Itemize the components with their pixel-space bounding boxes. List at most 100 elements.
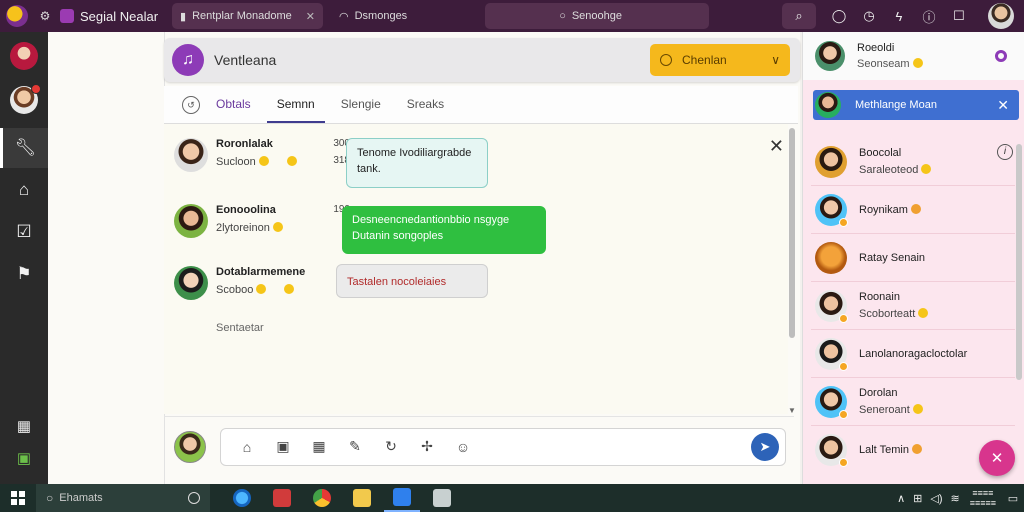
current-user-name: Roeoldi	[857, 42, 895, 54]
tab-sreaks[interactable]: Sreaks	[397, 97, 454, 123]
notification-label: Methlange Moan	[855, 99, 937, 111]
bolt-icon[interactable]: ϟ	[884, 3, 914, 29]
chrome-icon[interactable]	[304, 484, 340, 512]
feed-scrollbar[interactable]: ▼	[788, 128, 796, 418]
message-input[interactable]: ⌂ ▣ ▦ ✎ ↻ ✢ ☺ ➤	[220, 427, 786, 466]
avatar	[815, 434, 848, 467]
contact-meta: Dorolan Seneroant	[859, 387, 923, 416]
message-bubble[interactable]: Tenome Ivodiliargrabde tank.	[346, 138, 488, 188]
message-row[interactable]: Roronlalak Sucloon 300 318	[174, 138, 350, 172]
scrollbar-thumb[interactable]	[789, 128, 795, 338]
volume-icon[interactable]: ◁)	[930, 492, 942, 505]
zoom-icon[interactable]: ⌕	[782, 3, 816, 29]
contact-scrollbar[interactable]	[1016, 144, 1022, 380]
start-button[interactable]	[0, 484, 36, 512]
chevron-down-icon: ∨	[771, 53, 780, 67]
notification-center-icon[interactable]: ▭	[1002, 484, 1024, 512]
refresh-icon[interactable]: ↻	[373, 432, 409, 462]
current-user-meta: Roeoldi Seonseam	[857, 42, 923, 70]
image-icon[interactable]: ▣	[0, 442, 48, 474]
list-item[interactable]: Lanolanoragacloctolar	[811, 330, 1015, 378]
contact-name: Ratay Senain	[859, 251, 926, 264]
chevron-up-icon[interactable]: ∧	[897, 492, 905, 505]
clock[interactable]: ≡≡≡≡ ≡≡≡≡≡	[970, 488, 996, 508]
tab-semnn[interactable]: Semnn	[266, 97, 325, 123]
edge-icon[interactable]	[224, 484, 260, 512]
file-explorer-icon[interactable]	[344, 484, 380, 512]
avatar	[815, 289, 848, 323]
calendar-icon[interactable]: ▦	[0, 410, 48, 442]
list-item[interactable]: Dorolan Seneroant	[811, 378, 1015, 426]
compose-button[interactable]: ✕	[979, 440, 1015, 476]
presence-dot	[839, 409, 848, 419]
taskbar-search[interactable]: ○ Ehamats	[36, 484, 210, 512]
emoji-icon	[286, 156, 297, 166]
contact-meta: Lanolanoragacloctolar	[859, 348, 967, 360]
image-icon[interactable]: ▣	[265, 432, 301, 462]
contact-name: Lalt Temin	[859, 444, 922, 456]
wrench-icon[interactable]: 🔧︎	[0, 128, 48, 168]
info-icon[interactable]: i	[997, 144, 1013, 160]
message-row[interactable]: Dotablarmemene Scoboo 1	[174, 266, 350, 300]
calendar-icon[interactable]: ▦	[301, 432, 337, 462]
taskbar-search-placeholder: Ehamats	[59, 492, 103, 504]
bookmark-icon[interactable]: ⌂	[229, 432, 265, 462]
title-search[interactable]: ○ Senoohge	[485, 3, 710, 29]
window-tab-0[interactable]: ▮ Rentplar Monadome ✕	[172, 3, 323, 29]
sender-name: Eonooolina	[216, 204, 276, 216]
wifi-icon[interactable]: ≋	[951, 492, 960, 505]
home-icon[interactable]: ⌂	[0, 170, 48, 210]
main-area: ♫ Ventleana Chenlan ∨ ↺ Obtals Semnn Sle…	[48, 32, 800, 484]
contact-name: Roynikam	[859, 203, 921, 216]
flag-icon[interactable]: ⚑	[0, 254, 48, 294]
scroll-down-icon[interactable]: ▼	[788, 406, 796, 415]
maximize-icon[interactable]: ☐	[944, 3, 974, 29]
workspace-avatar[interactable]	[10, 42, 38, 70]
window-tab-1[interactable]: ◠ Dsmonges	[331, 3, 415, 29]
list-item[interactable]: Boocolal Saraleoteod i	[811, 138, 1015, 186]
thumb-icon[interactable]: ✎	[337, 432, 373, 462]
close-tab-icon[interactable]: ✕	[306, 10, 315, 23]
notification-banner[interactable]: Methlange Moan ✕	[813, 90, 1019, 120]
close-icon[interactable]: ✕	[769, 136, 784, 157]
check-square-icon[interactable]: ☑	[0, 212, 48, 252]
content-tabs: ↺ Obtals Semnn Slengie Sreaks	[164, 86, 798, 124]
message-row[interactable]: Eonooolina 2lytoreinon 190	[174, 204, 350, 238]
music-note-icon: ♫	[172, 44, 204, 76]
calculator-icon[interactable]	[424, 484, 460, 512]
cortana-icon[interactable]	[188, 492, 200, 504]
message-bubble[interactable]: Tastalen nocoleiaies	[336, 264, 488, 298]
record-icon[interactable]: ◯	[824, 3, 854, 29]
emoji-icon	[272, 222, 283, 232]
network-icon[interactable]: ⊞	[913, 492, 922, 505]
profile-avatar[interactable]	[10, 84, 41, 114]
info-icon[interactable]: ⓘ	[914, 3, 944, 29]
sender-name: Roronlalak	[216, 138, 273, 150]
avatar	[815, 41, 845, 71]
search-icon: ○	[559, 10, 566, 22]
list-item[interactable]: Roynikam	[811, 186, 1015, 234]
app-badge-icon	[60, 9, 74, 23]
pin-icon[interactable]: ✢	[409, 432, 445, 462]
tab-obtals[interactable]: Obtals	[206, 97, 261, 123]
contact-meta: Roynikam	[859, 203, 921, 216]
emoji-icon[interactable]: ☺	[445, 432, 481, 462]
message-bubble[interactable]: Desneencnedantionbbio nsgyge Dutanin son…	[342, 206, 546, 254]
tab-slengie[interactable]: Slengie	[331, 97, 391, 123]
user-avatar[interactable]	[988, 3, 1014, 29]
list-item[interactable]: Roonain Scoborteatt	[811, 282, 1015, 330]
history-icon[interactable]: ◷	[854, 3, 884, 29]
circle-icon	[660, 54, 672, 66]
close-icon[interactable]: ✕	[997, 97, 1009, 114]
current-user[interactable]: Roeoldi Seonseam	[803, 32, 1024, 80]
history-icon[interactable]: ↺	[182, 96, 200, 114]
left-rail: 🔧︎ ⌂ ☑ ⚑ ▦ ▣	[0, 32, 48, 484]
status-dropdown-value: Chenlan	[682, 53, 727, 67]
store-icon[interactable]	[384, 484, 420, 512]
status-dropdown[interactable]: Chenlan ∨	[650, 44, 790, 76]
list-item[interactable]: Ratay Senain	[811, 234, 1015, 282]
send-button[interactable]: ➤	[751, 432, 779, 461]
settings-icon[interactable]: ⚙	[38, 9, 52, 23]
video-app-icon[interactable]	[264, 484, 300, 512]
emoji-icon	[258, 156, 269, 166]
